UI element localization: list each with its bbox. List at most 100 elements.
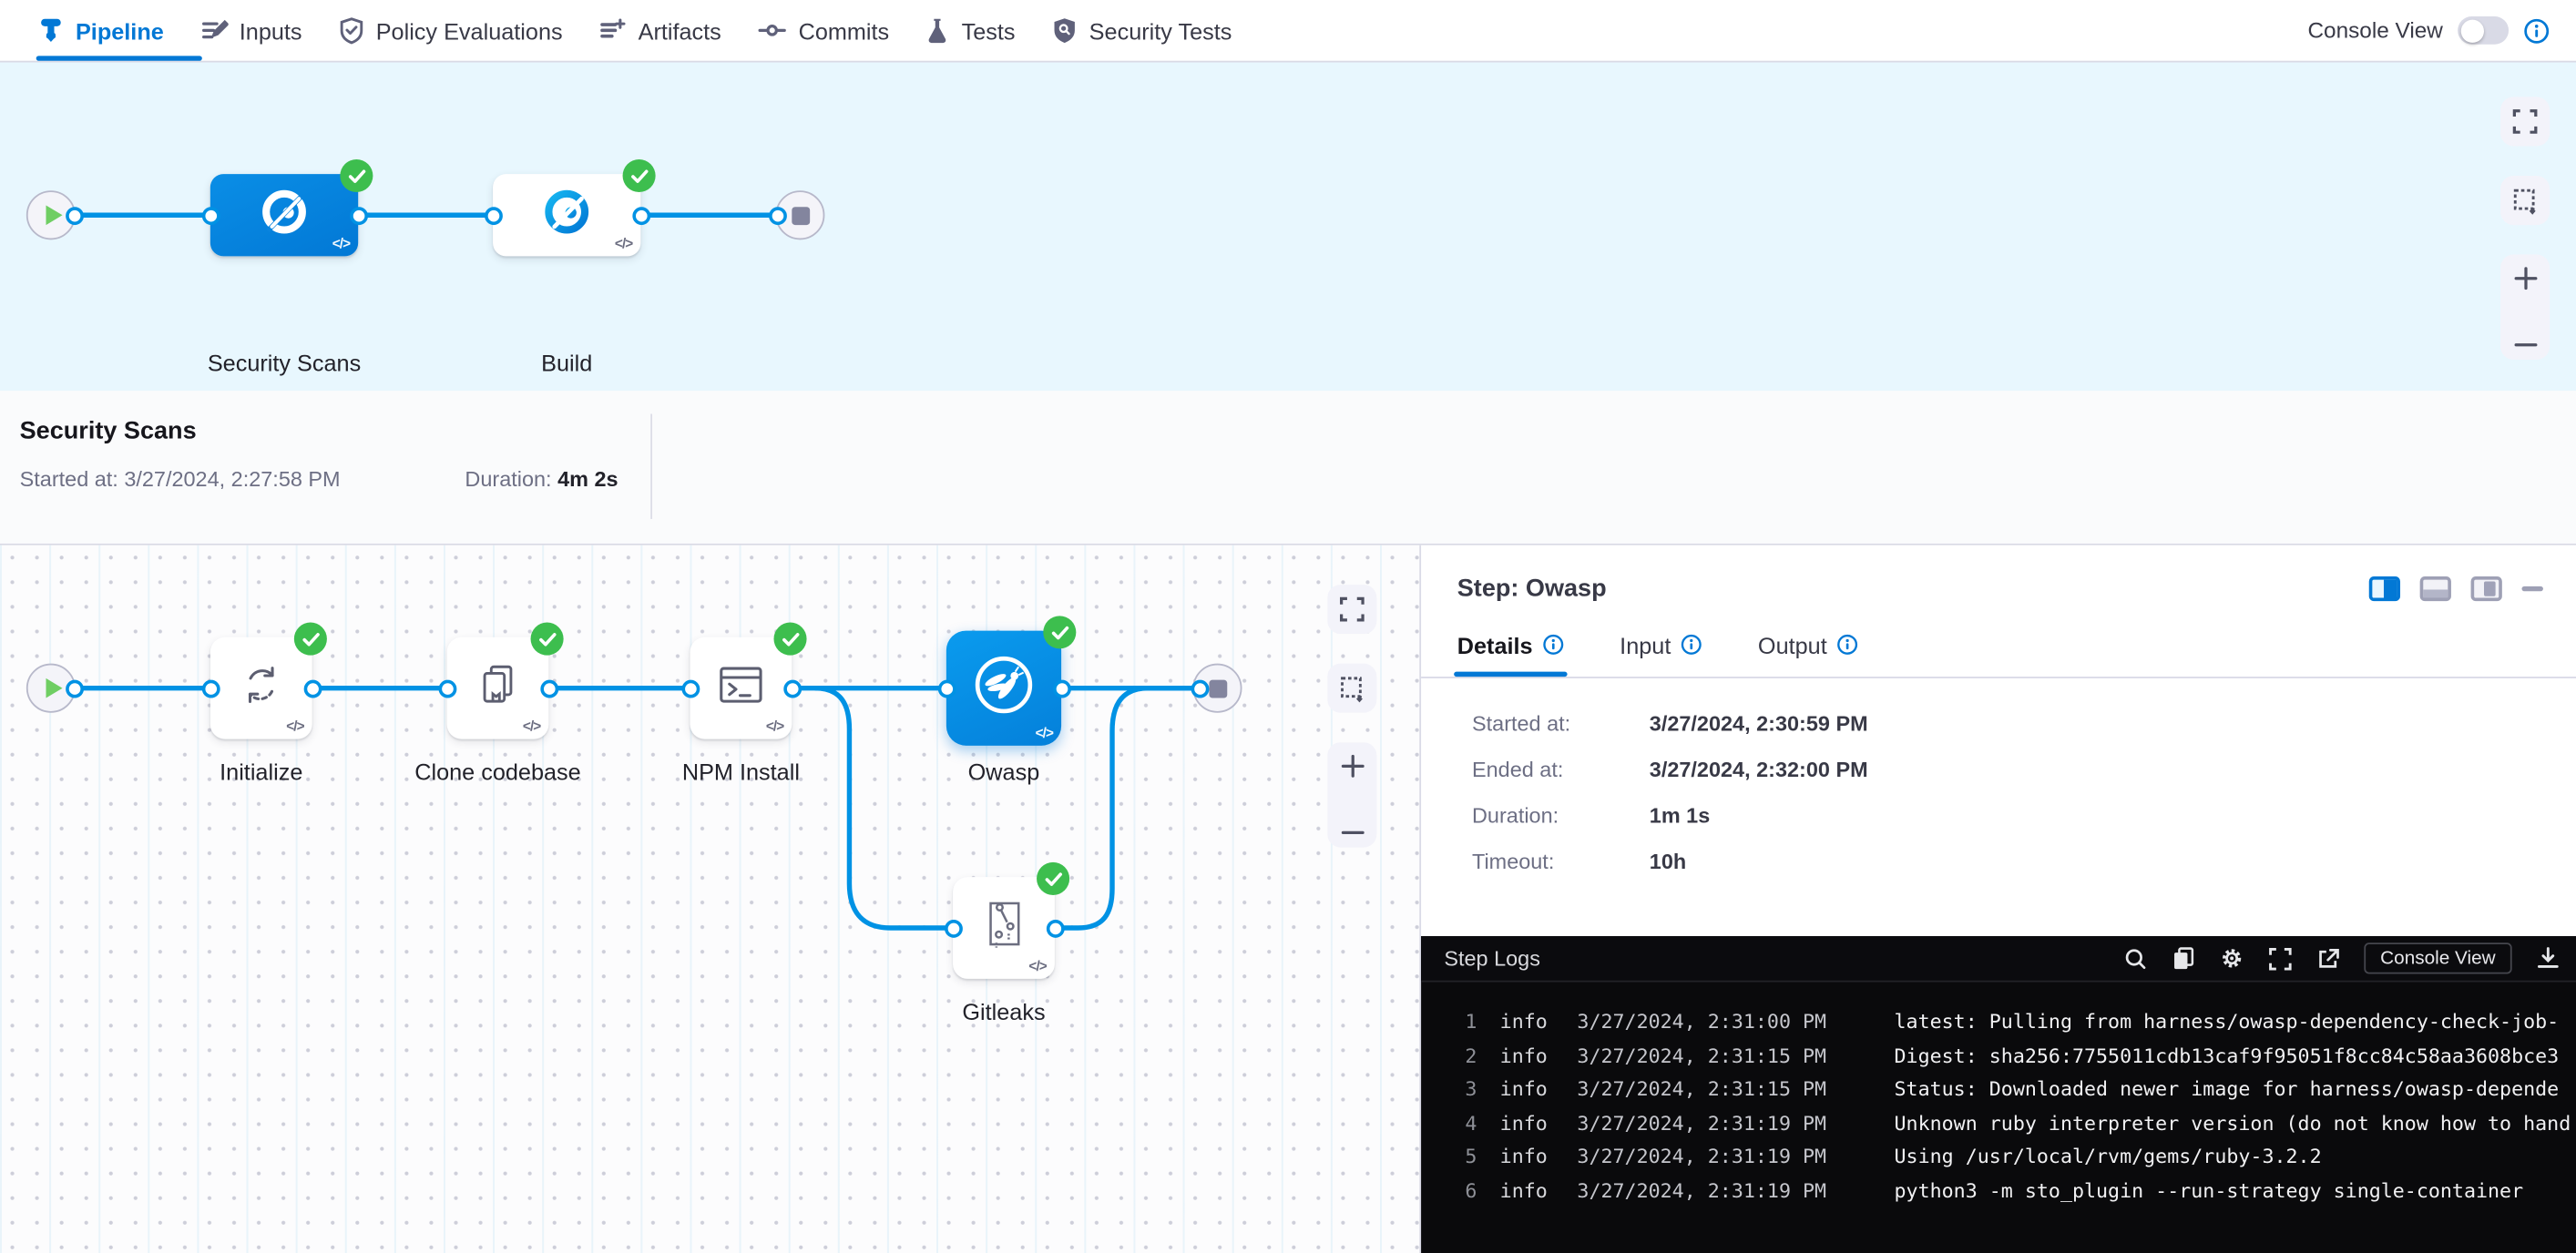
connector-port bbox=[1191, 679, 1209, 698]
step-canvas-zoom-controls bbox=[1327, 742, 1376, 847]
log-line-number: 4 bbox=[1421, 1106, 1477, 1140]
step-node-owasp[interactable]: </> bbox=[946, 631, 1061, 746]
zoom-in-button[interactable] bbox=[1327, 754, 1376, 779]
minimize-panel-icon[interactable] bbox=[2521, 586, 2542, 591]
canvas-selection-button[interactable] bbox=[2500, 176, 2550, 225]
tab-inputs[interactable]: Inputs bbox=[182, 0, 321, 61]
nav-tabs: Pipeline Inputs Policy Evaluations Art bbox=[20, 0, 1251, 61]
search-icon[interactable] bbox=[2124, 947, 2147, 970]
log-line: 4 info 3/27/2024, 2:31:19 PM Unknown rub… bbox=[1421, 1106, 2576, 1140]
step-node-npm-install[interactable]: </> bbox=[690, 637, 792, 739]
log-line: 2 info 3/27/2024, 2:31:15 PM Digest: sha… bbox=[1421, 1039, 2576, 1073]
log-level: info bbox=[1500, 1140, 1563, 1174]
initialize-icon bbox=[237, 659, 286, 717]
commit-icon bbox=[758, 16, 787, 45]
step-logs-header: Step Logs bbox=[1421, 936, 2576, 982]
info-icon[interactable] bbox=[1681, 634, 1702, 655]
zoom-out-button[interactable] bbox=[1327, 830, 1376, 836]
stage-started-at: Started at: 3/27/2024, 2:27:58 PM bbox=[20, 466, 465, 491]
pipeline-icon bbox=[37, 16, 64, 45]
info-icon[interactable] bbox=[2523, 17, 2550, 44]
owasp-icon bbox=[967, 648, 1039, 728]
detail-label: Ended at: bbox=[1472, 757, 1650, 781]
console-view-button[interactable]: Console View bbox=[2364, 942, 2512, 973]
tab-pipeline[interactable]: Pipeline bbox=[20, 0, 182, 61]
step-panel-header: Step: Owasp bbox=[1421, 545, 2576, 613]
copy-icon[interactable] bbox=[2172, 946, 2194, 971]
log-message: latest: Pulling from harness/owasp-depen… bbox=[1895, 1005, 2560, 1039]
log-message: Digest: sha256:7755011cdb13caf9f95051f8c… bbox=[1895, 1039, 2560, 1073]
connector-port bbox=[937, 679, 956, 698]
step-logs-actions: Console View bbox=[2124, 942, 2560, 973]
toggle-knob bbox=[2460, 19, 2483, 42]
tab-output[interactable]: Output bbox=[1758, 613, 1858, 677]
log-timestamp: 3/27/2024, 2:31:00 PM bbox=[1577, 1005, 1869, 1039]
tab-label: Input bbox=[1620, 631, 1671, 657]
log-level: info bbox=[1500, 1073, 1563, 1106]
detail-label: Started at: bbox=[1472, 711, 1650, 736]
detail-row: Timeout: 10h bbox=[1472, 849, 2576, 873]
canvas-fullscreen-button[interactable] bbox=[2500, 97, 2550, 146]
stage-graph-canvas[interactable]: </> Security Scans </> Build bbox=[0, 63, 2576, 392]
stage-node-security-scans[interactable]: </> bbox=[210, 174, 358, 256]
download-icon[interactable] bbox=[2537, 946, 2560, 971]
stage-node-build[interactable]: </> bbox=[493, 174, 640, 256]
panel-layout-controls bbox=[2369, 576, 2543, 601]
tab-input[interactable]: Input bbox=[1620, 613, 1702, 677]
tab-label: Tests bbox=[962, 17, 1016, 44]
nav-right: Console View bbox=[2307, 16, 2556, 45]
connector-port bbox=[438, 679, 456, 698]
log-line: 6 info 3/27/2024, 2:31:19 PM python3 -m … bbox=[1421, 1174, 2576, 1207]
info-icon[interactable] bbox=[1837, 634, 1858, 655]
step-canvas-fullscreen-button[interactable] bbox=[1327, 585, 1376, 634]
step-node-gitleaks[interactable]: </> bbox=[953, 877, 1055, 979]
stage-info-title: Security Scans bbox=[20, 413, 2576, 450]
zoom-out-button[interactable] bbox=[2500, 341, 2550, 348]
stop-icon bbox=[1209, 679, 1227, 698]
settings-gear-icon[interactable] bbox=[2219, 946, 2244, 971]
step-details-table: Started at: 3/27/2024, 2:30:59 PM Ended … bbox=[1421, 678, 2576, 936]
detail-label: Duration: bbox=[1472, 803, 1650, 828]
code-glyph: </> bbox=[286, 718, 303, 734]
connector-port bbox=[349, 206, 367, 224]
inputs-icon bbox=[199, 16, 228, 45]
step-details-panel: Step: Owasp Details Input bbox=[1419, 545, 2576, 1253]
detail-value: 1m 1s bbox=[1650, 803, 1711, 828]
tab-tests[interactable]: Tests bbox=[907, 0, 1033, 61]
log-timestamp: 3/27/2024, 2:31:19 PM bbox=[1577, 1140, 1869, 1174]
log-line-number: 3 bbox=[1421, 1073, 1477, 1106]
connector-port bbox=[1046, 919, 1064, 937]
tab-artifacts[interactable]: Artifacts bbox=[580, 0, 739, 61]
step-node-initialize[interactable]: </> bbox=[210, 637, 312, 739]
log-line-number: 2 bbox=[1421, 1039, 1477, 1073]
layout-right-view-icon[interactable] bbox=[2369, 576, 2400, 601]
tab-label: Pipeline bbox=[76, 17, 164, 44]
console-view-label: Console View bbox=[2307, 18, 2442, 43]
tab-commits[interactable]: Commits bbox=[740, 0, 907, 61]
open-in-new-icon[interactable] bbox=[2316, 947, 2339, 970]
tab-security-tests[interactable]: Security Tests bbox=[1033, 0, 1250, 61]
step-label: NPM Install bbox=[618, 759, 864, 785]
tab-label: Artifacts bbox=[639, 17, 721, 44]
tab-label: Output bbox=[1758, 631, 1827, 657]
duration-label: Duration: bbox=[465, 466, 557, 491]
tab-policy-evaluations[interactable]: Policy Evaluations bbox=[320, 0, 580, 61]
step-label: Owasp bbox=[881, 759, 1128, 785]
layout-floating-view-icon[interactable] bbox=[2471, 576, 2502, 601]
zoom-in-button[interactable] bbox=[2500, 266, 2550, 290]
top-nav: Pipeline Inputs Policy Evaluations Art bbox=[0, 0, 2576, 63]
log-level: info bbox=[1500, 1106, 1563, 1140]
console-view-toggle[interactable] bbox=[2458, 16, 2509, 45]
step-logs-title: Step Logs bbox=[1444, 946, 1540, 971]
step-node-clone-codebase[interactable]: </> bbox=[447, 637, 549, 739]
step-canvas-selection-button[interactable] bbox=[1327, 664, 1376, 713]
log-message: Unknown ruby interpreter version (do not… bbox=[1895, 1106, 2571, 1140]
fullscreen-icon[interactable] bbox=[2269, 947, 2292, 970]
info-icon[interactable] bbox=[1542, 634, 1563, 655]
connector-port bbox=[944, 919, 962, 937]
step-graph-canvas[interactable]: </> Initialize </> Clone codebase bbox=[0, 545, 1419, 1253]
layout-bottom-view-icon[interactable] bbox=[2420, 576, 2451, 601]
tab-details[interactable]: Details bbox=[1457, 613, 1564, 677]
ci-stage-icon bbox=[256, 183, 312, 247]
connector-port bbox=[768, 206, 786, 224]
